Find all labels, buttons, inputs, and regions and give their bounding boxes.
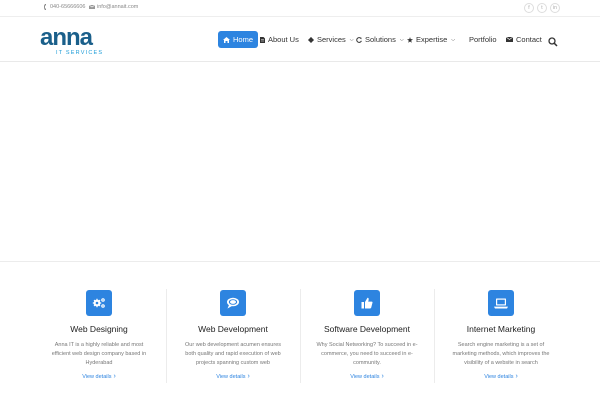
feature-title: Software Development	[324, 324, 410, 334]
gears-icon	[86, 290, 112, 316]
chat-icon	[220, 290, 246, 316]
nav-services-label: Services	[317, 35, 346, 44]
chevron-right-icon: ›	[113, 373, 116, 380]
gear-icon	[308, 36, 314, 43]
nav-expertise[interactable]: Expertise ⌵	[402, 31, 460, 48]
logo-tagline: IT SERVICES	[56, 50, 103, 56]
feature-divider	[166, 289, 167, 383]
feature-description: Why Social Networking? To succeed in e- …	[316, 342, 418, 366]
feature-description: Search engine marketing is a set of mark…	[452, 342, 550, 366]
feature-description: Anna IT is a highly reliable and most ef…	[51, 342, 147, 366]
feature-divider	[300, 289, 301, 383]
document-icon	[260, 36, 265, 43]
laptop-icon	[488, 290, 514, 316]
top-bar: 040-65666606 info@annait.com f t in	[0, 0, 600, 17]
phone-contact: 040-65666606	[44, 4, 85, 10]
twitter-icon[interactable]: t	[537, 3, 547, 13]
nav-portfolio[interactable]: Portfolio	[458, 31, 502, 48]
envelope-icon	[89, 5, 95, 9]
nav-expertise-label: Expertise	[416, 35, 448, 44]
phone-number: 040-65666606	[50, 4, 86, 10]
email-address[interactable]: info@annait.com	[97, 4, 138, 10]
facebook-icon[interactable]: f	[524, 3, 534, 13]
envelope-icon	[506, 37, 513, 42]
feature-description: Our web development acumen ensures both …	[185, 342, 281, 366]
home-icon	[223, 36, 230, 43]
nav-about-us-label: About Us	[268, 35, 299, 44]
header: anna IT SERVICES Home About Us Services …	[0, 17, 600, 62]
phone-icon	[44, 4, 46, 10]
chevron-down-icon: ⌵	[451, 36, 456, 43]
nav-contact-label: Contact	[516, 35, 542, 44]
refresh-icon	[356, 36, 362, 43]
chevron-right-icon: ›	[515, 373, 518, 380]
view-details-link[interactable]: View details ›	[32, 373, 166, 380]
feature-title: Internet Marketing	[466, 324, 536, 334]
linkedin-icon[interactable]: in	[550, 3, 560, 13]
star-icon	[407, 36, 413, 43]
nav-portfolio-label: Portfolio	[469, 35, 497, 44]
nav-home-label: Home	[233, 35, 254, 44]
nav-about-us[interactable]: About Us	[255, 31, 304, 48]
search-icon[interactable]	[548, 34, 558, 47]
view-details-link[interactable]: View details ›	[434, 373, 568, 380]
chevron-right-icon: ›	[247, 373, 250, 380]
hero-slider	[0, 62, 600, 261]
logo-wordmark: anna	[40, 27, 94, 51]
nav-solutions[interactable]: Solutions ⌵	[351, 31, 409, 48]
nav-contact[interactable]: Contact	[501, 31, 547, 48]
thumbs-up-icon	[354, 290, 380, 316]
email-contact: info@annait.com	[89, 4, 138, 10]
view-details-link[interactable]: View details ›	[166, 373, 300, 380]
feature-divider	[434, 289, 435, 383]
chevron-right-icon: ›	[381, 373, 384, 380]
feature-title: Web Development	[198, 324, 268, 334]
nav-solutions-label: Solutions	[365, 35, 396, 44]
feature-title: Web Designing	[70, 324, 128, 334]
site-logo[interactable]: anna IT SERVICES	[40, 24, 114, 57]
view-details-link[interactable]: View details ›	[300, 373, 434, 380]
features-section: Web Designing Anna IT is a highly reliab…	[0, 261, 600, 400]
nav-home[interactable]: Home	[218, 31, 259, 48]
